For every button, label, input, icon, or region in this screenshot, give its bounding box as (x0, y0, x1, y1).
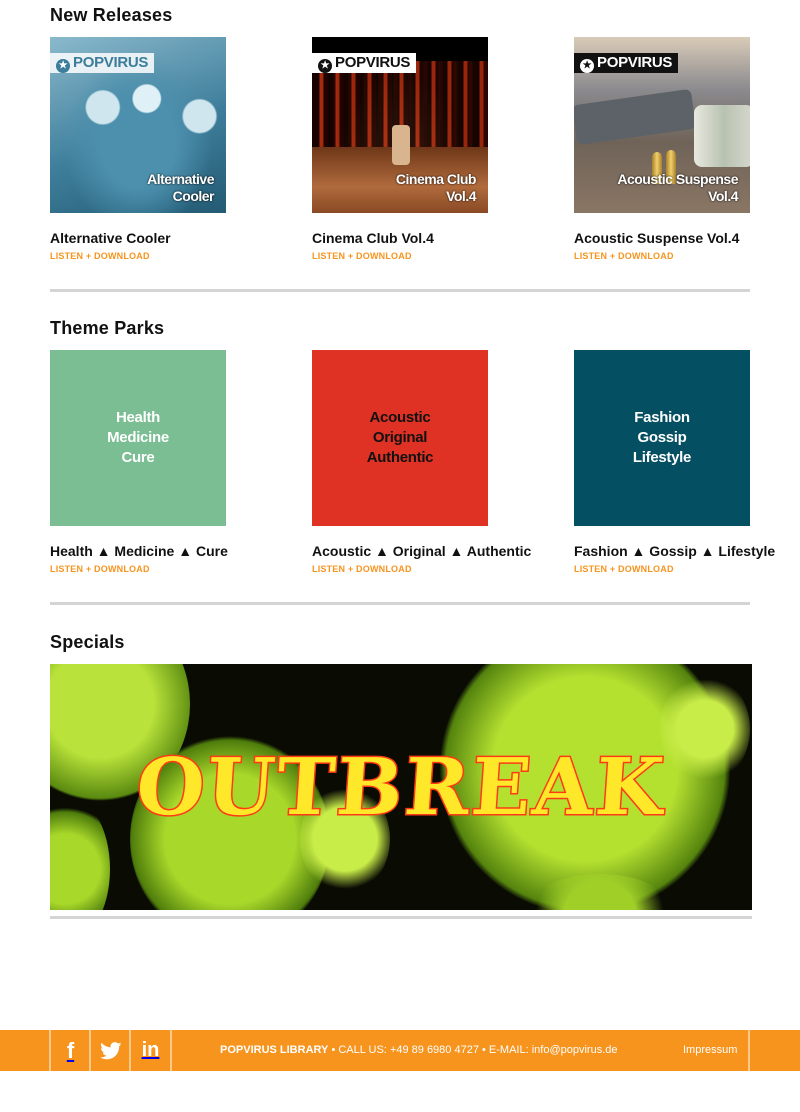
listen-download-link[interactable]: LISTEN + DOWNLOAD (574, 564, 800, 574)
facebook-icon: f (66, 1037, 75, 1063)
release-card-acoustic-suspense: ★ POPVIRUS Acoustic Suspense Vol.4 Acoust… (574, 37, 800, 261)
listen-download-link[interactable]: LISTEN + DOWNLOAD (312, 564, 542, 574)
gun-graphic (574, 88, 697, 146)
release-card-cinema-club: ★ POPVIRUS Cinema Club Vol.4 Cinema Club … (312, 37, 542, 261)
star-icon: ★ (580, 59, 594, 73)
section-title-theme-parks: Theme Parks (50, 318, 165, 338)
section-title-specials: Specials (50, 632, 125, 652)
email-address[interactable]: info@popvirus.de (532, 1044, 618, 1056)
listen-download-link[interactable]: LISTEN + DOWNLOAD (50, 564, 280, 574)
star-icon: ★ (318, 59, 332, 73)
theme-cover[interactable]: Fashion Gossip Lifestyle (574, 350, 750, 526)
theme-cover[interactable]: Health Medicine Cure (50, 350, 226, 526)
release-title[interactable]: Cinema Club Vol.4 (312, 230, 542, 246)
theme-title[interactable]: Fashion ▲ Gossip ▲ Lifestyle (574, 543, 800, 559)
theme-card-health: Health Medicine Cure Health ▲ Medicine ▲… (50, 350, 280, 574)
linkedin-link[interactable]: in (129, 1030, 172, 1071)
section-divider (50, 916, 752, 919)
release-cover[interactable]: ★ POPVIRUS Acoustic Suspense Vol.4 (574, 37, 750, 213)
cover-caption: Cinema Club Vol.4 (395, 171, 477, 204)
theme-card-acoustic: Acoustic Original Authentic Acoustic ▲ O… (312, 350, 542, 574)
theme-cover-text: Health Medicine Cure (107, 409, 169, 466)
theme-cover-text: Fashion Gossip Lifestyle (632, 409, 692, 466)
facebook-link[interactable]: f (49, 1030, 90, 1071)
release-title[interactable]: Alternative Cooler (50, 230, 280, 246)
impressum-link[interactable]: Impressum (683, 1044, 737, 1056)
banner-title: OUTBREAK (132, 741, 670, 835)
listen-download-link[interactable]: LISTEN + DOWNLOAD (312, 251, 542, 261)
release-cover[interactable]: ★ POPVIRUS Alternative Cooler (50, 37, 226, 213)
footer: f in POPVIRUS LIBRARY • CALL US: +49 89 … (0, 1030, 800, 1071)
section-title-new-releases: New Releases (50, 5, 173, 25)
popvirus-logo: ★ POPVIRUS (574, 53, 679, 73)
theme-title[interactable]: Health ▲ Medicine ▲ Cure (50, 543, 280, 559)
email-label: E-MAIL: (488, 1044, 529, 1056)
cover-caption: Acoustic Suspense Vol.4 (617, 171, 738, 204)
chair-graphic (392, 125, 410, 165)
theme-cover[interactable]: Acoustic Original Authentic (312, 350, 488, 526)
release-card-alternative-cooler: ★ POPVIRUS Alternative Cooler Alternative… (50, 37, 280, 261)
section-divider (50, 289, 750, 292)
theme-title[interactable]: Acoustic ▲ Original ▲ Authentic (312, 543, 542, 559)
section-divider (50, 602, 750, 605)
listen-download-link[interactable]: LISTEN + DOWNLOAD (574, 251, 800, 261)
money-roll-graphic (694, 105, 750, 167)
theme-card-fashion: Fashion Gossip Lifestyle Fashion ▲ Gossi… (574, 350, 800, 574)
release-cover[interactable]: ★ POPVIRUS Cinema Club Vol.4 (312, 37, 488, 213)
popvirus-logo: ★ POPVIRUS (312, 53, 417, 73)
footer-contact-info: POPVIRUS LIBRARY • CALL US: +49 89 6980 … (220, 1044, 618, 1056)
linkedin-icon: in (141, 1039, 160, 1061)
call-label: CALL US: (338, 1044, 387, 1056)
cover-caption: Alternative Cooler (147, 171, 214, 204)
footer-brand: POPVIRUS LIBRARY (220, 1044, 329, 1056)
release-title[interactable]: Acoustic Suspense Vol.4 (574, 230, 800, 246)
outbreak-banner[interactable]: OUTBREAK (50, 664, 752, 910)
listen-download-link[interactable]: LISTEN + DOWNLOAD (50, 251, 280, 261)
phone-number[interactable]: +49 89 6980 4727 (390, 1044, 479, 1056)
footer-divider (748, 1030, 750, 1071)
theme-cover-text: Acoustic Original Authentic (366, 409, 434, 466)
twitter-link[interactable] (89, 1030, 130, 1071)
star-icon: ★ (56, 59, 70, 73)
popvirus-logo: ★ POPVIRUS (50, 53, 155, 73)
twitter-icon (99, 1041, 121, 1059)
